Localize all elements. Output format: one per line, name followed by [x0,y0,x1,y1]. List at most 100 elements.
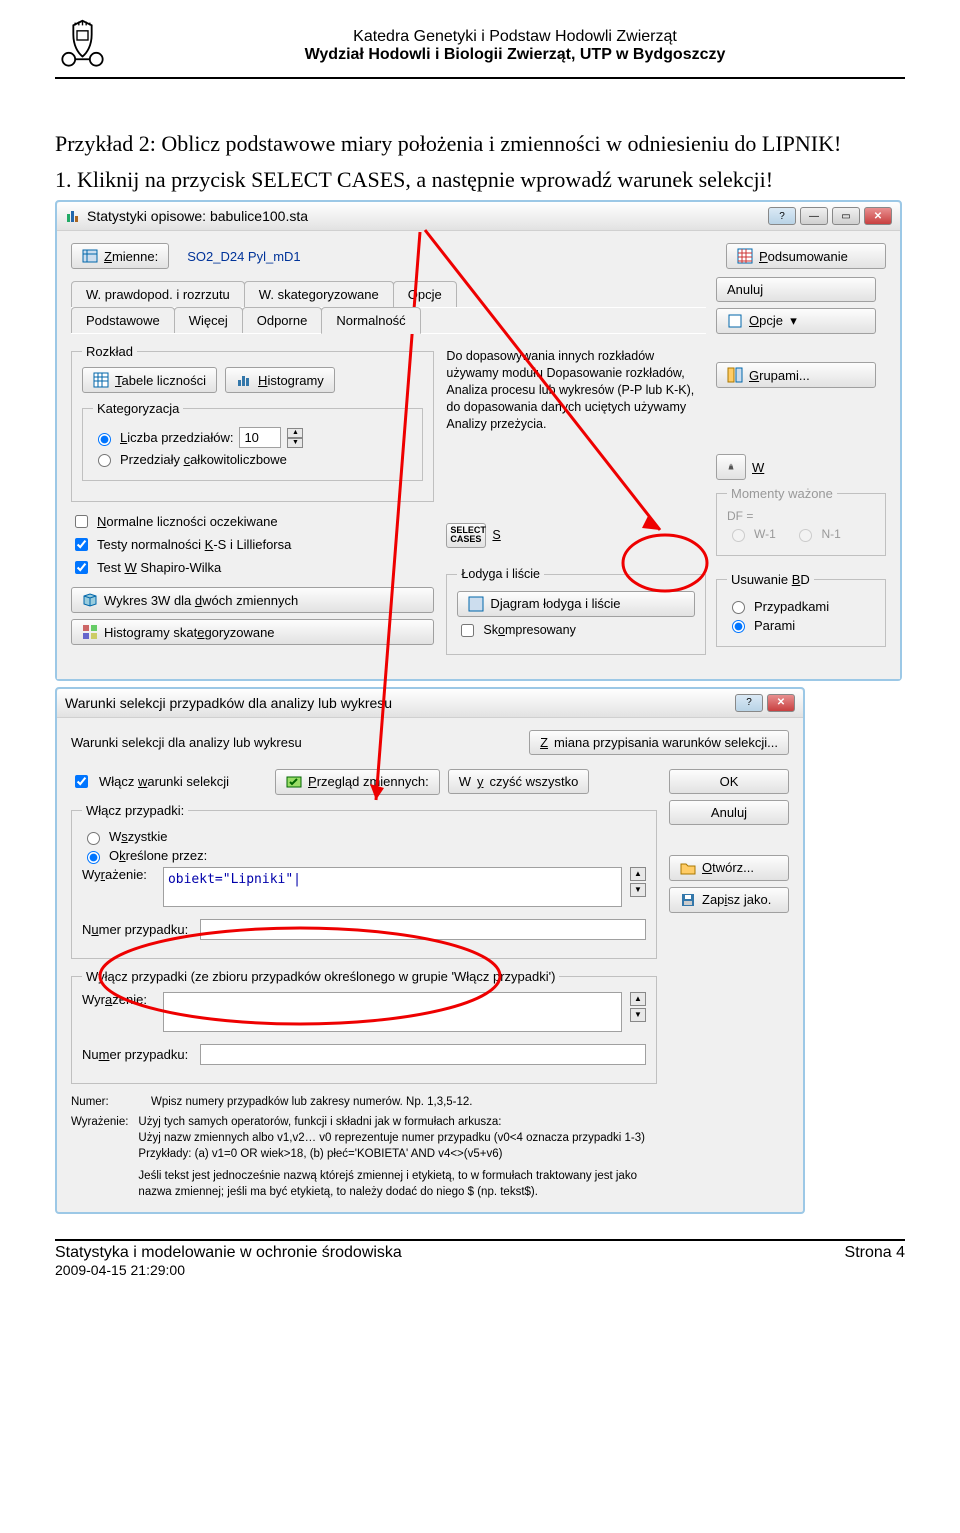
instruction-step: 1. Kliknij na przycisk SELECT CASES, a n… [55,165,905,195]
footer-date: 2009-04-15 21:29:00 [55,1262,402,1278]
include-casenum-input[interactable] [200,919,646,940]
hist-icon [236,372,252,388]
header-faculty: Wydział Hodowli i Biologii Zwierząt, UTP… [125,46,905,64]
include-legend: Włącz przypadki: [82,803,188,818]
restore-button[interactable]: ▭ [832,207,860,225]
freq-tables-button[interactable]: Tabele liczności [82,367,217,393]
vars-label: mienne: [112,249,158,264]
expected-freq-checkbox[interactable] [75,515,88,528]
weighted-moments-legend: Momenty ważone [727,486,837,501]
ks-test-checkbox[interactable] [75,538,88,551]
footer-page: Strona 4 [845,1244,905,1278]
enable-selection-checkbox[interactable] [75,775,88,788]
3d-icon [82,592,98,608]
tabs-row-2: Podstawowe Więcej Odporne Normalność [71,307,706,334]
app-icon [65,208,81,224]
exclude-expression-input[interactable] [163,992,622,1032]
intervals-input[interactable] [239,427,281,448]
tab-robust[interactable]: Odporne [242,307,323,333]
3d-plot-button[interactable]: Wykres 3W dla dwóch zmiennych [71,587,434,613]
tab-normality[interactable]: Normalność [321,307,420,334]
variables-button[interactable]: Zmienne: [71,243,169,269]
cancel-button-2[interactable]: Anuluj [669,800,789,825]
header-divider [55,77,905,79]
page-header: Katedra Genetyki i Podstaw Hodowli Zwier… [55,18,905,73]
info-text: Do dopasowywania innych rozkładów używam… [446,348,706,432]
options-icon [727,313,743,329]
help-expr-1: Użyj tych samych operatorów, funkcji i s… [138,1114,657,1130]
header-dept: Katedra Genetyki i Podstaw Hodowli Zwier… [125,28,905,46]
exclude-casenum-input[interactable] [200,1044,646,1065]
summary-button[interactable]: Podsumowanie [726,243,886,269]
weight-button[interactable] [716,454,746,480]
include-cases-group: Włącz przypadki: Wszystkie Określone prz… [71,803,657,959]
compressed-checkbox[interactable] [461,624,474,637]
cat-histograms-button[interactable]: Histogramy skategoryzowane [71,619,434,645]
help-button-2[interactable]: ? [735,694,763,712]
clear-all-button[interactable]: Wyczyść wszystko [448,769,590,794]
stem-leaf-legend: Łodyga i liście [457,566,544,583]
w-label: W [752,460,764,475]
vars-value: SO2_D24 Pyl_mD1 [187,249,300,264]
categorization-group: Kategoryzacja Liczba przedziałów: ▲▼ [82,401,423,481]
select-cases-s: S [492,527,500,544]
tab-categorized[interactable]: W. skategoryzowane [244,281,394,307]
cancel-button[interactable]: Anuluj [716,277,876,302]
open-button[interactable]: Otwórz... [669,855,789,881]
intervals-spinner[interactable]: ▲▼ [287,428,303,448]
histograms-button[interactable]: Histogramy [225,367,335,393]
stem-diagram-button[interactable]: Djagram łodyga i liście [457,591,695,617]
bd-pairs-radio[interactable] [732,620,745,633]
help-num-text: Wpisz numery przypadków lub zakresy nume… [151,1094,473,1110]
summary-icon [737,248,753,264]
exclude-legend: Wyłącz przypadki (ze zbioru przypadków o… [82,969,559,984]
select-cases-button[interactable]: SELECTCASES [446,523,486,548]
minimize-button[interactable]: — [800,207,828,225]
exclude-cases-group: Wyłącz przypadki (ze zbioru przypadków o… [71,969,657,1084]
example-title: Przykład 2: Oblicz podstawowe miary poło… [55,129,905,159]
titlebar-2: Warunki selekcji przypadków dla analizy … [57,689,803,718]
expr-scroll-2[interactable]: ▲▼ [630,992,646,1022]
intervals-radio[interactable] [98,433,111,446]
help-expr-label: Wyrażenie: [71,1114,128,1200]
save-as-button[interactable]: Zapisz jako. [669,887,789,913]
help-expr-2: Użyj nazw zmiennych albo v1,v2… v0 repre… [138,1130,657,1146]
help-num-label: Numer: [71,1094,141,1110]
titlebar: Statystyki opisowe: babulice100.sta ? — … [57,202,900,231]
tab-prob-scatter[interactable]: W. prawdopod. i rozrzutu [71,281,245,307]
preview-vars-button[interactable]: Przegląd zmiennych: [275,769,440,795]
dialog2-title: Warunki selekcji przypadków dla analizy … [65,695,731,711]
help-button[interactable]: ? [768,207,796,225]
tab-basic[interactable]: Podstawowe [71,307,175,333]
bd-cases-radio[interactable] [732,601,745,614]
university-logo [55,18,110,73]
change-assignment-button[interactable]: Zmiana przypisania warunków selekcji... [529,730,789,755]
groups-button[interactable]: Grupami... [716,362,876,388]
close-button-2[interactable]: ✕ [767,694,795,712]
folder-open-icon [680,860,696,876]
tab-options[interactable]: Opcje [393,281,457,307]
dialog2-subtitle: Warunki selekcji dla analizy lub wykresu [71,735,302,750]
expr-scroll[interactable]: ▲▼ [630,867,646,897]
include-expression-input[interactable]: obiekt="Lipniki"| [163,867,622,907]
include-specific-radio[interactable] [87,851,100,864]
df-label: DF = [727,509,753,523]
groups-icon [727,367,743,383]
tab-more[interactable]: Więcej [174,307,243,333]
floppy-icon [680,892,696,908]
vars-icon [82,248,98,264]
integer-intervals-radio[interactable] [98,454,111,467]
weighted-moments-group: Momenty ważone DF = W-1 N-1 [716,486,886,556]
table-icon [93,372,109,388]
distribution-group: Rozkład Tabele liczności Histogramy [71,344,434,502]
close-button[interactable]: ✕ [864,207,892,225]
stem-leaf-group: Łodyga i liście Djagram łodyga i liście … [446,566,706,655]
include-all-radio[interactable] [87,832,100,845]
sw-test-checkbox[interactable] [75,561,88,574]
df-n1-radio [799,529,812,542]
options-button[interactable]: Opcje ▾ [716,308,876,334]
weight-icon [727,459,735,475]
help-expr-4: Jeśli tekst jest jednocześnie nazwą któr… [138,1168,657,1200]
bd-group: Usuwanie BD Przypadkami Parami [716,572,886,647]
ok-button[interactable]: OK [669,769,789,794]
